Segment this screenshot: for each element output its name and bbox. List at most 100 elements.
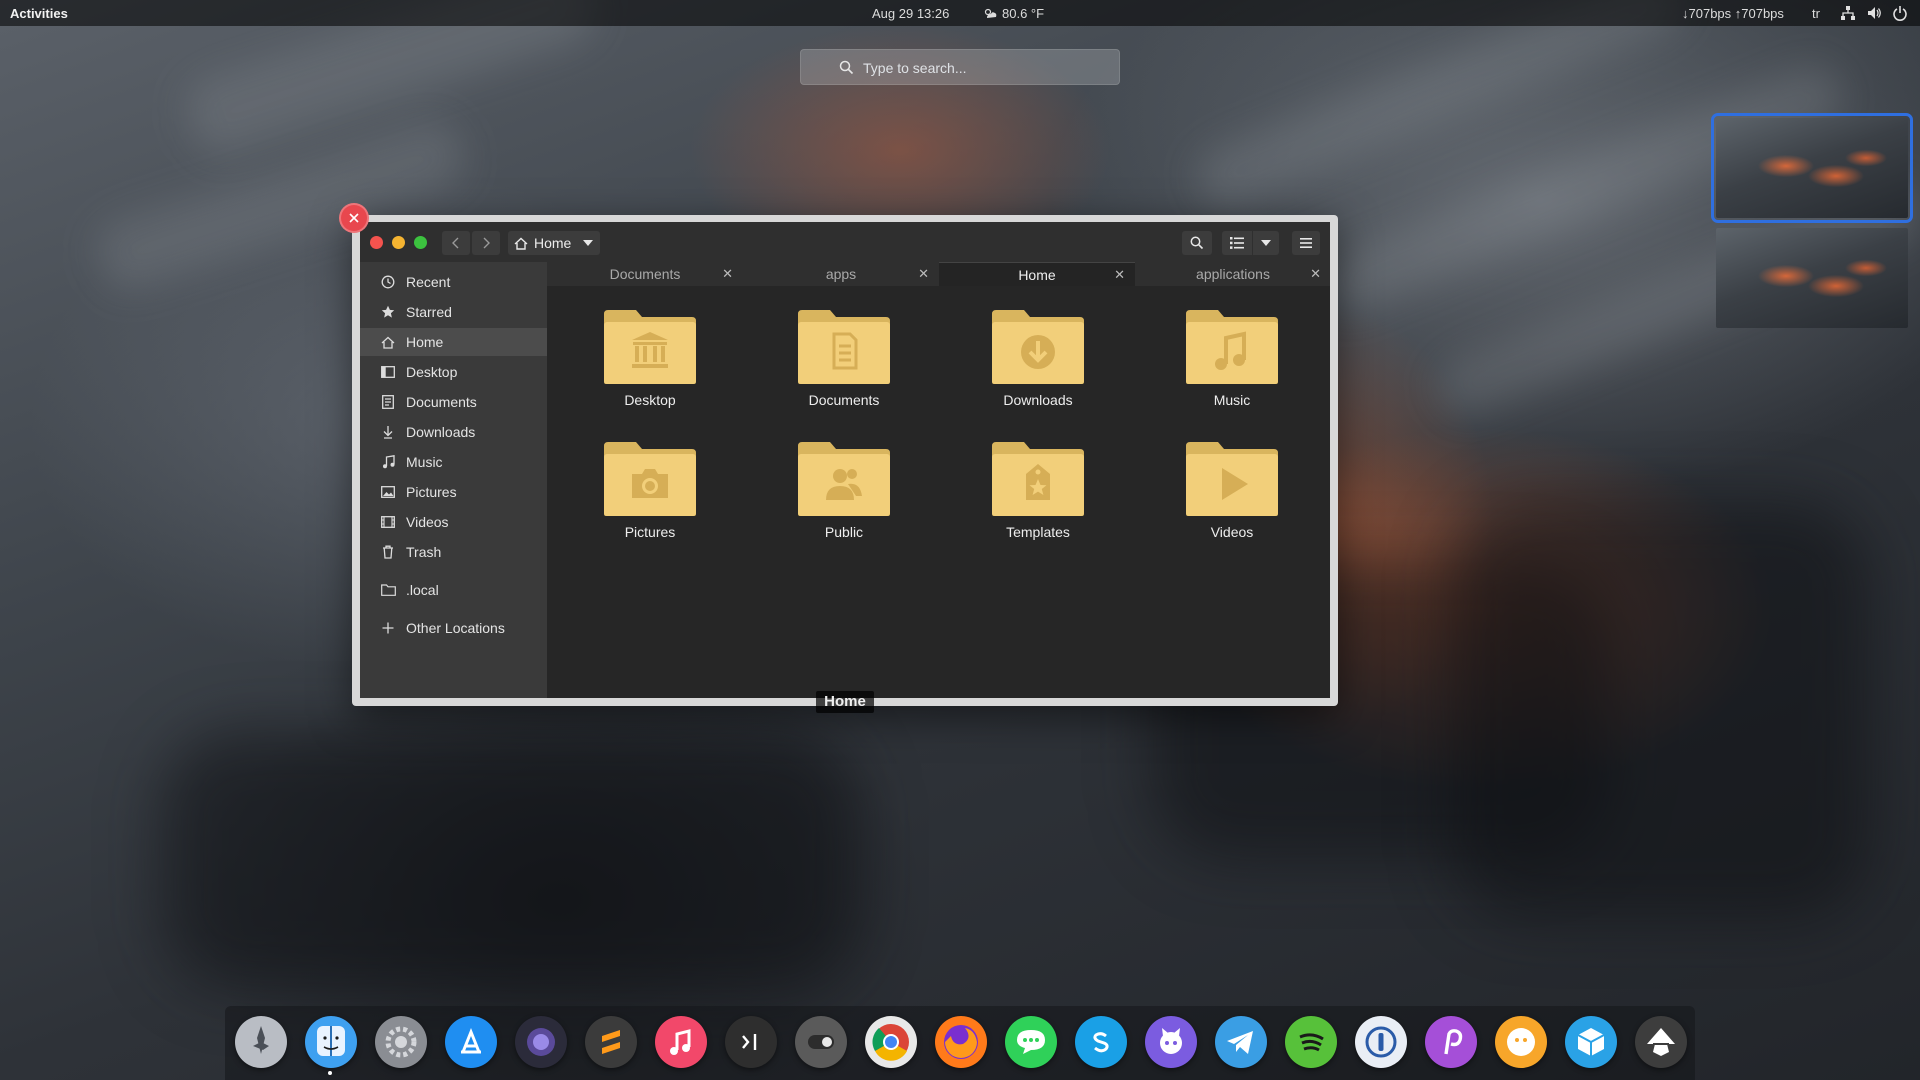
sidebar-item-label: Trash [406, 544, 442, 560]
sidebar-item-label: Pictures [406, 484, 457, 500]
maximize-window-button[interactable] [414, 236, 427, 249]
sublime-text-icon[interactable] [585, 1016, 637, 1068]
overview-search[interactable] [800, 49, 1120, 85]
sidebar-item-other-locations[interactable]: Other Locations [360, 614, 547, 642]
search-button[interactable] [1182, 231, 1212, 255]
inkscape-icon[interactable] [1635, 1016, 1687, 1068]
tab-applications[interactable]: applications ✕ [1135, 262, 1330, 286]
sidebar-item-label: Other Locations [406, 620, 505, 636]
tab-label: applications [1196, 266, 1270, 282]
sidebar-item-videos[interactable]: Videos [360, 508, 547, 536]
firefox-icon[interactable] [935, 1016, 987, 1068]
file-manager-window: Home Recent Starred Home Desktop Documen… [360, 222, 1330, 698]
minimize-window-button[interactable] [392, 236, 405, 249]
spotify-icon[interactable] [1285, 1016, 1337, 1068]
back-button[interactable] [442, 231, 470, 255]
download-icon [380, 424, 396, 440]
sidebar-item-trash[interactable]: Trash [360, 538, 547, 566]
folder-music[interactable]: Music [1157, 308, 1307, 418]
tab-close-icon[interactable]: ✕ [1310, 262, 1321, 286]
workspace-thumbnail-1[interactable] [1711, 113, 1913, 223]
path-bar-home[interactable]: Home [508, 231, 600, 255]
folder-downloads[interactable]: Downloads [963, 308, 1113, 418]
keyboard-layout[interactable]: tr [1812, 6, 1820, 21]
messages-icon[interactable] [1005, 1016, 1057, 1068]
top-bar: Activities Aug 29 13:26 80.6 °F ↓707bps … [0, 0, 1920, 26]
sidebar-item-downloads[interactable]: Downloads [360, 418, 547, 446]
power-icon[interactable] [1892, 5, 1908, 21]
tab-label: apps [825, 266, 857, 282]
tab-close-icon[interactable]: ✕ [1114, 263, 1125, 287]
search-icon [839, 60, 854, 75]
search-icon [1190, 236, 1204, 250]
plus-icon [380, 620, 396, 636]
folder-label: Public [824, 524, 864, 540]
network-icon[interactable] [1840, 5, 1856, 21]
weather-indicator[interactable]: 80.6 °F [984, 6, 1044, 21]
folder-pictures[interactable]: Pictures [575, 440, 725, 550]
view-list-button[interactable] [1222, 231, 1252, 255]
trash-icon [380, 544, 396, 560]
person-emblem-icon [798, 442, 890, 516]
folder-desktop[interactable]: Desktop [575, 308, 725, 418]
folder-label: Pictures [624, 524, 676, 540]
running-indicator [328, 1071, 332, 1075]
tab-home[interactable]: Home ✕ [939, 262, 1135, 286]
camera-emblem-icon [604, 442, 696, 516]
files-view: Documents ✕ apps ✕ Home ✕ applications ✕ [547, 262, 1330, 698]
sidebar-item-documents[interactable]: Documents [360, 388, 547, 416]
close-window-button[interactable] [370, 236, 383, 249]
tab-apps[interactable]: apps ✕ [743, 262, 939, 286]
volume-icon[interactable] [1866, 5, 1882, 21]
window-close-overlay-button[interactable] [339, 203, 369, 233]
menu-button[interactable] [1292, 231, 1320, 255]
box-icon[interactable] [1565, 1016, 1617, 1068]
telegram-icon[interactable] [1215, 1016, 1267, 1068]
finder-icon[interactable] [305, 1016, 357, 1068]
network-speed: ↓707bps ↑707bps [1682, 6, 1784, 21]
clock[interactable]: Aug 29 13:26 [872, 6, 949, 21]
video-icon [380, 514, 396, 530]
chevron-right-icon [483, 237, 490, 249]
search-input[interactable] [863, 56, 1103, 80]
folder-label: Documents [808, 392, 880, 408]
music-note-icon[interactable] [655, 1016, 707, 1068]
dropdown-arrow-icon [583, 240, 594, 246]
folder-documents[interactable]: Documents [769, 308, 919, 418]
finder-face-icon[interactable] [1495, 1016, 1547, 1068]
view-options-button[interactable] [1253, 231, 1279, 255]
skype-icon[interactable] [1075, 1016, 1127, 1068]
tab-close-icon[interactable]: ✕ [918, 262, 929, 286]
workspace-thumbnail-2[interactable] [1716, 228, 1908, 328]
sidebar-item-home[interactable]: Home [360, 328, 547, 356]
activities-button[interactable]: Activities [10, 6, 68, 21]
path-bar-label: Home [534, 235, 572, 251]
tab-close-icon[interactable]: ✕ [722, 262, 733, 286]
sidebar-item-local[interactable]: .local [360, 576, 547, 604]
sidebar-item-desktop[interactable]: Desktop [360, 358, 547, 386]
app-store-icon[interactable] [445, 1016, 497, 1068]
sidebar-item-pictures[interactable]: Pictures [360, 478, 547, 506]
weather-icon [984, 8, 997, 18]
system-settings-gear-icon[interactable] [375, 1016, 427, 1068]
chrome-icon[interactable] [865, 1016, 917, 1068]
sidebar-item-label: Videos [406, 514, 449, 530]
launchpad-rocket-icon[interactable] [235, 1016, 287, 1068]
1password-icon[interactable] [1355, 1016, 1407, 1068]
forward-button[interactable] [472, 231, 500, 255]
terminal-icon[interactable] [725, 1016, 777, 1068]
bank-emblem-icon [604, 310, 696, 384]
list-view-icon [1230, 237, 1244, 249]
folder-public[interactable]: Public [769, 440, 919, 550]
sidebar-item-starred[interactable]: Starred [360, 298, 547, 326]
folder-templates[interactable]: Templates [963, 440, 1113, 550]
pinterest-p-icon[interactable] [1425, 1016, 1477, 1068]
screenshot-lens-icon[interactable] [515, 1016, 567, 1068]
sidebar-item-music[interactable]: Music [360, 448, 547, 476]
sidebar-item-recent[interactable]: Recent [360, 268, 547, 296]
tab-documents[interactable]: Documents ✕ [547, 262, 743, 286]
folder-videos[interactable]: Videos [1157, 440, 1307, 550]
music-icon [380, 454, 396, 470]
toggle-switch-icon[interactable] [795, 1016, 847, 1068]
github-desktop-icon[interactable] [1145, 1016, 1197, 1068]
